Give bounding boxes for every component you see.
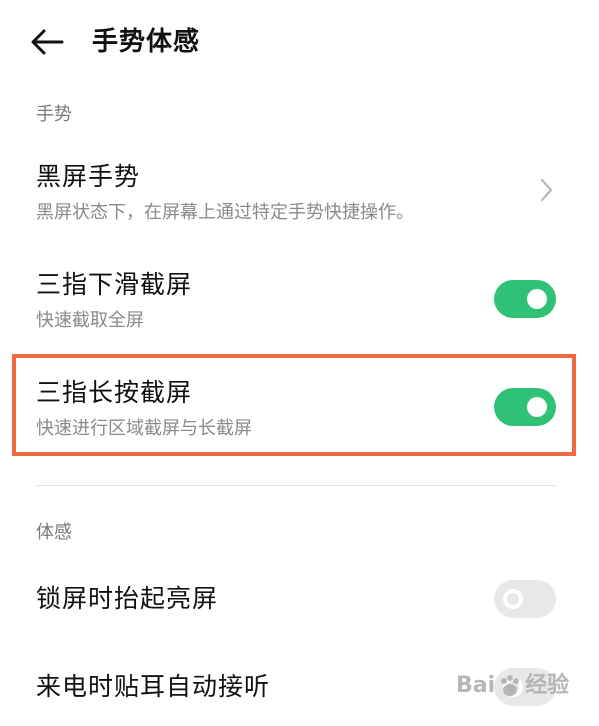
- setting-title: 黑屏手势: [36, 162, 141, 191]
- toggle-knob: [527, 289, 547, 309]
- setting-row-three-finger-swipe-screenshot: 三指下滑截屏 快速截取全屏: [0, 258, 599, 342]
- three-finger-swipe-toggle[interactable]: [494, 280, 556, 318]
- setting-title: 三指长按截屏: [36, 378, 193, 407]
- setting-title: 来电时贴耳自动接听: [36, 672, 271, 701]
- watermark-left-text: Bai: [456, 673, 496, 698]
- toggle-knob: [527, 397, 547, 417]
- section-header-gesture: 手势: [36, 104, 72, 125]
- three-finger-press-toggle[interactable]: [494, 388, 556, 426]
- app-header: 手势体感: [0, 0, 599, 90]
- paw-icon: [501, 675, 520, 696]
- setting-subtitle: 黑屏状态下，在屏幕上通过特定手势快捷操作。: [36, 202, 414, 223]
- raise-to-wake-toggle[interactable]: [494, 580, 556, 618]
- setting-subtitle: 快速进行区域截屏与长截屏: [36, 418, 252, 439]
- section-header-motion: 体感: [36, 522, 72, 543]
- watermark-right-text: 经验: [525, 673, 570, 698]
- setting-row-dark-screen-gesture[interactable]: 黑屏手势 黑屏状态下，在屏幕上通过特定手势快捷操作。: [0, 150, 599, 234]
- setting-row-raise-to-wake: 锁屏时抬起亮屏: [0, 572, 599, 632]
- back-button[interactable]: [28, 24, 68, 60]
- page-title: 手势体感: [92, 27, 201, 57]
- section-divider: [36, 485, 556, 486]
- setting-title: 锁屏时抬起亮屏: [36, 584, 219, 613]
- toggle-knob: [503, 589, 523, 609]
- baidu-watermark: Bai 经验: [456, 666, 596, 706]
- setting-subtitle: 快速截取全屏: [36, 310, 144, 331]
- setting-row-three-finger-press-screenshot: 三指长按截屏 快速进行区域截屏与长截屏: [0, 366, 599, 450]
- setting-title: 三指下滑截屏: [36, 270, 193, 299]
- arrow-left-icon: [31, 29, 64, 55]
- chevron-right-icon: [540, 178, 553, 202]
